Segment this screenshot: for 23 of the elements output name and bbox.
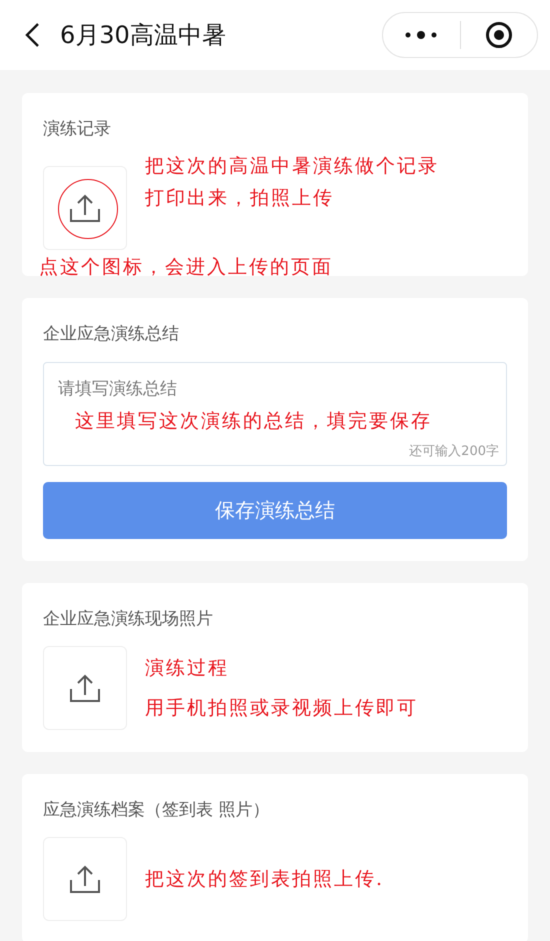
section-label: 企业应急演练总结 xyxy=(43,323,180,345)
annotation-text: 点这个图标，会进入上传的页面 xyxy=(39,255,333,280)
section-label: 企业应急演练现场照片 xyxy=(43,608,214,630)
page-title: 6月30高温中暑 xyxy=(60,20,227,51)
upload-button[interactable] xyxy=(43,646,127,730)
back-icon[interactable] xyxy=(24,22,40,48)
upload-button[interactable] xyxy=(43,166,127,250)
char-counter: 还可输入200字 xyxy=(409,443,499,460)
section-label: 应急演练档案（签到表 照片） xyxy=(43,799,270,821)
more-icon xyxy=(404,30,438,40)
annotation-text: 这里填写这次演练的总结，填完要保存 xyxy=(75,409,432,434)
upload-icon xyxy=(69,193,101,223)
section-label: 演练记录 xyxy=(43,118,112,140)
annotation-text: 用手机拍照或录视频上传即可 xyxy=(145,696,418,721)
annotation-text: 把这次的高温中暑演练做个记录 xyxy=(145,154,439,179)
annotation-text: 演练过程 xyxy=(145,656,230,681)
target-icon xyxy=(484,21,513,49)
annotation-text: 打印出来，拍照上传 xyxy=(145,186,335,211)
save-button[interactable]: 保存演练总结 xyxy=(43,482,507,539)
annotation-text: 把这次的签到表拍照上传. xyxy=(145,867,384,892)
upload-icon xyxy=(69,673,101,703)
upload-icon xyxy=(69,864,101,894)
upload-button[interactable] xyxy=(43,837,127,921)
